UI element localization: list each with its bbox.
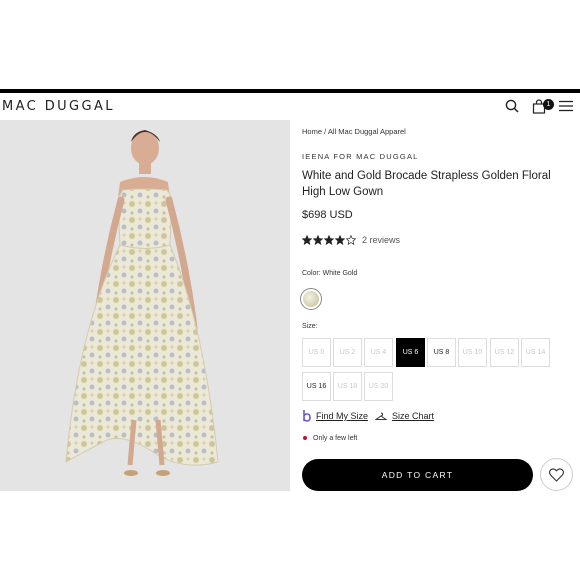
hamburger-menu-icon[interactable] bbox=[557, 97, 575, 115]
size-us-12[interactable]: US 12 bbox=[490, 338, 519, 367]
star-filled-icon bbox=[335, 235, 345, 245]
product-price: $698 USD bbox=[302, 209, 353, 221]
search-icon[interactable] bbox=[503, 97, 521, 115]
color-label: Color: White Gold bbox=[302, 270, 358, 277]
breadcrumb-home[interactable]: Home bbox=[302, 127, 322, 136]
site-header: MAC DUGGAL bbox=[0, 93, 580, 120]
star-filled-icon bbox=[313, 235, 323, 245]
cart-count-badge: 1 bbox=[543, 99, 554, 110]
product-title: White and Gold Brocade Strapless Golden … bbox=[302, 170, 551, 198]
product-brand: IEENA FOR MAC DUGGAL bbox=[302, 152, 419, 161]
find-my-size-icon bbox=[303, 410, 311, 422]
dress-photo bbox=[65, 130, 219, 476]
find-my-size-label: Find My Size bbox=[316, 411, 369, 421]
size-us-20[interactable]: US 20 bbox=[364, 372, 393, 401]
size-us-0[interactable]: US 0 bbox=[302, 338, 331, 367]
swatch-fill bbox=[303, 291, 319, 307]
size-us-10[interactable]: US 10 bbox=[458, 338, 487, 367]
find-my-size-link[interactable]: Find My Size bbox=[303, 409, 368, 423]
rating-stars bbox=[302, 235, 356, 245]
size-us-14[interactable]: US 14 bbox=[521, 338, 550, 367]
brand-logo[interactable]: MAC DUGGAL bbox=[2, 99, 115, 114]
size-chart-link[interactable]: Size Chart bbox=[375, 409, 434, 423]
stock-status: Only a few left bbox=[303, 433, 357, 443]
heart-icon bbox=[549, 467, 564, 482]
size-us-2[interactable]: US 2 bbox=[333, 338, 362, 367]
size-us-16[interactable]: US 16 bbox=[302, 372, 331, 401]
add-to-cart-button[interactable]: ADD TO CART bbox=[302, 459, 533, 491]
breadcrumb-separator: / bbox=[324, 127, 327, 136]
breadcrumb-category[interactable]: All Mac Duggal Apparel bbox=[328, 127, 406, 136]
reviews-link[interactable]: 2 reviews bbox=[362, 235, 400, 245]
stock-status-text: Only a few left bbox=[313, 434, 358, 442]
color-swatch-white-gold[interactable] bbox=[300, 288, 322, 310]
size-chart-label: Size Chart bbox=[392, 411, 435, 421]
star-empty-icon bbox=[346, 235, 356, 245]
size-label: Size: bbox=[302, 323, 318, 330]
star-filled-icon bbox=[302, 235, 312, 245]
wishlist-button[interactable] bbox=[540, 458, 573, 491]
breadcrumb: Home / All Mac Duggal Apparel bbox=[302, 127, 406, 136]
size-us-6[interactable]: US 6 bbox=[396, 338, 425, 367]
stock-dot-icon bbox=[303, 436, 307, 440]
size-us-8[interactable]: US 8 bbox=[427, 338, 456, 367]
size-us-18[interactable]: US 18 bbox=[333, 372, 362, 401]
size-us-4[interactable]: US 4 bbox=[364, 338, 393, 367]
hanger-icon bbox=[375, 412, 387, 420]
star-filled-icon bbox=[324, 235, 334, 245]
product-rating[interactable]: 2 reviews bbox=[302, 233, 400, 247]
product-photo[interactable] bbox=[0, 120, 290, 491]
